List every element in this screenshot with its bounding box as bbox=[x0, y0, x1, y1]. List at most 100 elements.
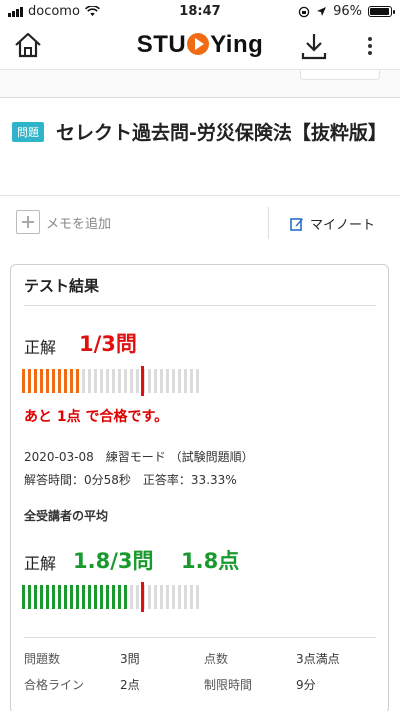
answer-time: 解答時間：0分58秒 bbox=[24, 473, 131, 487]
bar-tick bbox=[166, 585, 169, 609]
bar-tick bbox=[40, 585, 43, 609]
correct-rate: 正答率：33.33% bbox=[142, 473, 237, 487]
divider bbox=[24, 305, 376, 306]
bar-tick bbox=[82, 585, 85, 609]
bar-tick bbox=[76, 585, 79, 609]
bar-tick bbox=[64, 585, 67, 609]
bar-tick bbox=[58, 585, 61, 609]
add-memo-label: メモを追加 bbox=[46, 216, 112, 232]
download-button[interactable] bbox=[300, 32, 330, 62]
bar-tick bbox=[70, 369, 73, 393]
question-count-label: 問題数 bbox=[24, 652, 61, 666]
bar-tick bbox=[76, 369, 79, 393]
bar-tick bbox=[22, 369, 25, 393]
average-bar bbox=[22, 582, 199, 612]
points-label: 点数 bbox=[204, 652, 229, 666]
avg-points-value: 1.8点 bbox=[181, 549, 240, 573]
rotation-lock-icon bbox=[298, 6, 310, 17]
bar-tick bbox=[28, 369, 31, 393]
battery-percent: 96% bbox=[333, 4, 362, 19]
bar-tick bbox=[196, 369, 199, 393]
bar-tick bbox=[148, 369, 151, 393]
status-right: 96% bbox=[298, 4, 395, 19]
bar-tick bbox=[112, 585, 115, 609]
bar-tick bbox=[58, 369, 61, 393]
mynote-button[interactable]: マイノート bbox=[290, 214, 375, 233]
bar-tick bbox=[94, 369, 97, 393]
bar-tick bbox=[46, 369, 49, 393]
divider bbox=[268, 207, 269, 239]
bar-tick bbox=[100, 585, 103, 609]
score-value: 1/3問 bbox=[79, 332, 137, 356]
more-menu-button[interactable] bbox=[358, 34, 382, 60]
bar-tick bbox=[70, 585, 73, 609]
pass-line-label: 合格ライン bbox=[24, 678, 85, 692]
avg-score-label: 正解 bbox=[24, 554, 57, 573]
bar-tick bbox=[124, 585, 127, 609]
question-title-area: 問題 セレクト過去問-労災保険法【抜粋版】 bbox=[0, 110, 400, 196]
pass-line-marker bbox=[141, 582, 144, 612]
pass-line-marker bbox=[141, 366, 144, 396]
bar-tick bbox=[190, 585, 193, 609]
mynote-label: マイノート bbox=[310, 218, 376, 233]
logo-suffix: Ying bbox=[210, 31, 264, 58]
bar-tick bbox=[28, 585, 31, 609]
download-icon bbox=[301, 34, 327, 60]
score-bar bbox=[22, 366, 199, 396]
bar-tick bbox=[184, 369, 187, 393]
bar-tick bbox=[160, 369, 163, 393]
bar-tick bbox=[166, 369, 169, 393]
bar-tick bbox=[184, 585, 187, 609]
bar-tick bbox=[52, 585, 55, 609]
attempt-mode: 練習モード （試験問題順） bbox=[105, 450, 254, 464]
time-limit-label: 制限時間 bbox=[204, 678, 253, 692]
bar-tick bbox=[106, 369, 109, 393]
bar-tick bbox=[172, 585, 175, 609]
remaining-message: あと 1点 で合格です。 bbox=[24, 409, 169, 425]
location-icon bbox=[317, 7, 327, 16]
collapsed-tab[interactable] bbox=[300, 70, 380, 80]
bar-tick bbox=[34, 369, 37, 393]
more-vertical-icon bbox=[358, 37, 382, 55]
plus-icon bbox=[16, 210, 40, 234]
time-limit-value: 9分 bbox=[296, 678, 316, 692]
attempt-info: 2020-03-08 練習モード （試験問題順） bbox=[24, 448, 254, 465]
bar-tick bbox=[82, 369, 85, 393]
app-logo: STU Ying bbox=[0, 31, 400, 59]
play-icon bbox=[187, 33, 210, 55]
bar-tick bbox=[136, 369, 139, 393]
bar-tick bbox=[88, 369, 91, 393]
bar-tick bbox=[88, 585, 91, 609]
bar-tick bbox=[100, 369, 103, 393]
bar-tick bbox=[178, 585, 181, 609]
bar-tick bbox=[136, 585, 139, 609]
battery-icon bbox=[368, 6, 395, 17]
average-heading: 全受講者の平均 bbox=[24, 509, 109, 523]
bar-tick bbox=[106, 585, 109, 609]
memo-row: メモを追加 マイノート bbox=[0, 197, 400, 249]
bar-tick bbox=[40, 369, 43, 393]
bar-tick bbox=[34, 585, 37, 609]
bar-tick bbox=[118, 369, 121, 393]
header-strip bbox=[0, 70, 400, 98]
attempt-date: 2020-03-08 bbox=[24, 450, 94, 464]
bar-tick bbox=[46, 585, 49, 609]
bar-tick bbox=[190, 369, 193, 393]
bar-tick bbox=[154, 369, 157, 393]
result-heading: テスト結果 bbox=[24, 277, 100, 295]
divider bbox=[24, 637, 376, 638]
attempt-stats: 解答時間：0分58秒 正答率：33.33% bbox=[24, 471, 237, 488]
question-count-value: 3問 bbox=[120, 652, 140, 666]
points-value: 3点満点 bbox=[296, 652, 340, 666]
add-memo-button[interactable]: メモを追加 bbox=[16, 210, 111, 234]
question-badge: 問題 bbox=[12, 122, 44, 142]
pass-line-value: 2点 bbox=[120, 678, 140, 692]
app-header: STU Ying bbox=[0, 22, 400, 70]
test-result-card: テスト結果 正解 1/3問 あと 1点 で合格です。 2020-03-08 練習… bbox=[10, 264, 389, 711]
bar-tick bbox=[118, 585, 121, 609]
bar-tick bbox=[160, 585, 163, 609]
question-title: セレクト過去問-労災保険法【抜粋版】 bbox=[56, 122, 387, 144]
bar-tick bbox=[112, 369, 115, 393]
edit-icon bbox=[290, 217, 303, 231]
bar-tick bbox=[22, 585, 25, 609]
